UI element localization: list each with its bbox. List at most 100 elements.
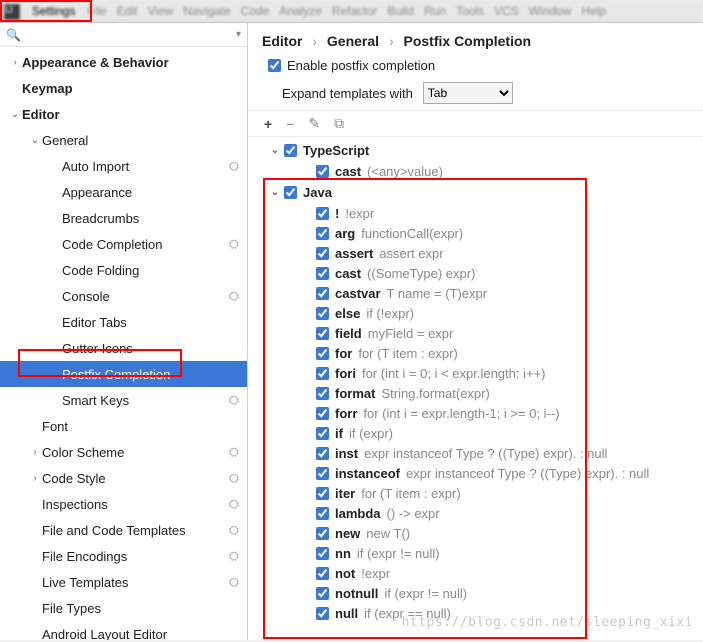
template-checkbox[interactable] <box>316 367 329 380</box>
sidebar-item-color-scheme[interactable]: ›Color Scheme⛭ <box>0 439 247 465</box>
menu-item[interactable]: Refactor <box>332 4 377 18</box>
template-row[interactable]: castvarT name = (T)expr <box>268 283 703 303</box>
template-checkbox[interactable] <box>316 607 329 620</box>
template-row[interactable]: ifif (expr) <box>268 423 703 443</box>
template-checkbox[interactable] <box>316 487 329 500</box>
tree-arrow-icon: › <box>28 447 42 458</box>
edit-button[interactable]: ✎ <box>308 115 320 132</box>
template-row[interactable]: forrfor (int i = expr.length-1; i >= 0; … <box>268 403 703 423</box>
template-checkbox[interactable] <box>316 165 329 178</box>
template-row[interactable]: !!expr <box>268 203 703 223</box>
chevron-down-icon[interactable]: ▾ <box>236 29 241 40</box>
sidebar-item-font[interactable]: Font <box>0 413 247 439</box>
template-checkbox[interactable] <box>316 387 329 400</box>
template-row[interactable]: formatString.format(expr) <box>268 383 703 403</box>
sidebar-item-live-templates[interactable]: Live Templates⛭ <box>0 569 247 595</box>
template-checkbox[interactable] <box>316 527 329 540</box>
menu-item[interactable]: Build <box>387 4 414 18</box>
template-checkbox[interactable] <box>316 467 329 480</box>
sidebar-item-postfix-completion[interactable]: Postfix Completion <box>0 361 247 387</box>
add-button[interactable]: + <box>264 116 272 132</box>
sidebar-item-editor[interactable]: ⌄Editor <box>0 101 247 127</box>
template-checkbox[interactable] <box>316 227 329 240</box>
template-checkbox[interactable] <box>316 207 329 220</box>
expand-templates-select[interactable]: Tab <box>423 82 513 104</box>
template-row[interactable]: not!expr <box>268 563 703 583</box>
sidebar-item-gutter-icons[interactable]: Gutter Icons <box>0 335 247 361</box>
menu-item[interactable]: Navigate <box>183 4 230 18</box>
sidebar-item-auto-import[interactable]: Auto Import⛭ <box>0 153 247 179</box>
breadcrumb-a[interactable]: Editor <box>262 33 302 49</box>
enable-postfix-label: Enable postfix completion <box>287 58 435 73</box>
template-row[interactable]: instanceofexpr instanceof Type ? ((Type)… <box>268 463 703 483</box>
template-checkbox[interactable] <box>316 327 329 340</box>
template-checkbox[interactable] <box>316 587 329 600</box>
language-group-java[interactable]: ⌄Java <box>268 181 703 203</box>
tree-arrow-icon: ⌄ <box>268 145 282 156</box>
sidebar-item-code-style[interactable]: ›Code Style⛭ <box>0 465 247 491</box>
sidebar-item-code-completion[interactable]: Code Completion⛭ <box>0 231 247 257</box>
template-checkbox[interactable] <box>316 547 329 560</box>
template-checkbox[interactable] <box>316 307 329 320</box>
language-checkbox[interactable] <box>284 144 297 157</box>
breadcrumb-b[interactable]: General <box>327 33 379 49</box>
gear-icon: ⛭ <box>229 288 239 304</box>
menu-item[interactable]: VCS <box>494 4 519 18</box>
search-bar[interactable]: 🔍 ▾ <box>0 23 247 47</box>
template-row[interactable]: assertassert expr <box>268 243 703 263</box>
sidebar-item-code-folding[interactable]: Code Folding <box>0 257 247 283</box>
sidebar-item-file-and-code-templates[interactable]: File and Code Templates⛭ <box>0 517 247 543</box>
template-row[interactable]: instexpr instanceof Type ? ((Type) expr)… <box>268 443 703 463</box>
template-row[interactable]: nullif (expr == null) <box>268 603 703 623</box>
sidebar-item-file-types[interactable]: File Types <box>0 595 247 621</box>
enable-postfix-checkbox[interactable] <box>268 59 281 72</box>
template-row[interactable]: argfunctionCall(expr) <box>268 223 703 243</box>
template-checkbox[interactable] <box>316 407 329 420</box>
sidebar-item-smart-keys[interactable]: Smart Keys⛭ <box>0 387 247 413</box>
template-checkbox[interactable] <box>316 247 329 260</box>
menu-item[interactable]: File <box>87 4 106 18</box>
menu-item[interactable]: Help <box>581 4 606 18</box>
template-row[interactable]: notnullif (expr != null) <box>268 583 703 603</box>
sidebar-item-appearance-behavior[interactable]: ›Appearance & Behavior <box>0 49 247 75</box>
remove-button[interactable]: − <box>286 116 294 132</box>
template-row[interactable]: lambda() -> expr <box>268 503 703 523</box>
copy-button[interactable]: ⧉ <box>334 115 344 132</box>
template-checkbox[interactable] <box>316 347 329 360</box>
template-checkbox[interactable] <box>316 507 329 520</box>
template-row[interactable]: nnif (expr != null) <box>268 543 703 563</box>
sidebar-item-inspections[interactable]: Inspections⛭ <box>0 491 247 517</box>
search-input[interactable] <box>25 27 236 42</box>
template-checkbox[interactable] <box>316 427 329 440</box>
menu-item[interactable]: Code <box>241 4 270 18</box>
language-checkbox[interactable] <box>284 186 297 199</box>
template-checkbox[interactable] <box>316 447 329 460</box>
template-row[interactable]: fieldmyField = expr <box>268 323 703 343</box>
template-checkbox[interactable] <box>316 567 329 580</box>
sidebar-item-file-encodings[interactable]: File Encodings⛭ <box>0 543 247 569</box>
sidebar-item-general[interactable]: ⌄General <box>0 127 247 153</box>
template-row[interactable]: forifor (int i = 0; i < expr.length; i++… <box>268 363 703 383</box>
menu-item[interactable]: View <box>147 4 173 18</box>
template-checkbox[interactable] <box>316 287 329 300</box>
menu-item[interactable]: Tools <box>456 4 484 18</box>
sidebar-item-editor-tabs[interactable]: Editor Tabs <box>0 309 247 335</box>
sidebar-item-android-layout-editor[interactable]: Android Layout Editor <box>0 621 247 640</box>
language-group-typescript[interactable]: ⌄TypeScript <box>268 139 703 161</box>
menu-item[interactable]: Edit <box>117 4 138 18</box>
menu-item[interactable]: Analyze <box>279 4 322 18</box>
template-row[interactable]: forfor (T item : expr) <box>268 343 703 363</box>
menu-item[interactable]: Window <box>529 4 572 18</box>
template-row[interactable]: elseif (!expr) <box>268 303 703 323</box>
sidebar-item-console[interactable]: Console⛭ <box>0 283 247 309</box>
menu-item[interactable]: Run <box>424 4 446 18</box>
template-row[interactable]: newnew T() <box>268 523 703 543</box>
template-key: if <box>335 426 343 441</box>
template-row[interactable]: cast((SomeType) expr) <box>268 263 703 283</box>
template-row[interactable]: iterfor (T item : expr) <box>268 483 703 503</box>
sidebar-item-appearance[interactable]: Appearance <box>0 179 247 205</box>
sidebar-item-keymap[interactable]: Keymap <box>0 75 247 101</box>
template-checkbox[interactable] <box>316 267 329 280</box>
sidebar-item-breadcrumbs[interactable]: Breadcrumbs <box>0 205 247 231</box>
template-row[interactable]: cast(<any>value) <box>268 161 703 181</box>
